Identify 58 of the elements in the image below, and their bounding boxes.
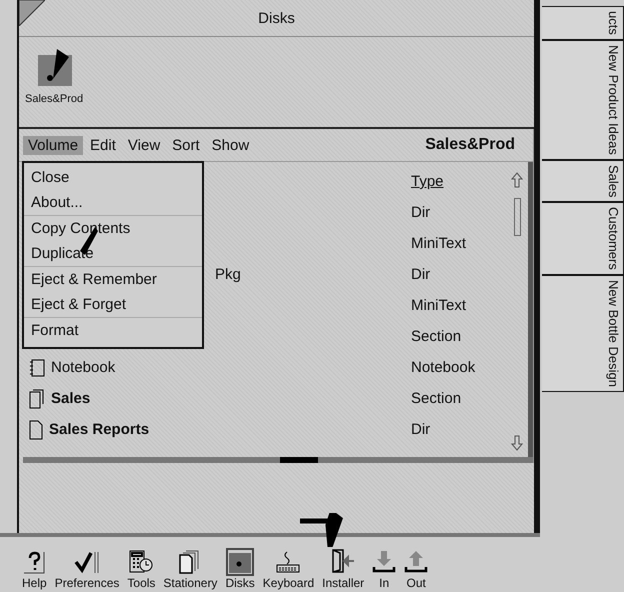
file-name[interactable]: Pkg	[215, 266, 241, 283]
menu-item[interactable]: Edit	[85, 136, 121, 154]
notebook-tab[interactable]: Customers	[542, 202, 624, 276]
menu-item[interactable]: View	[122, 136, 166, 154]
menu-option[interactable]: Close	[24, 165, 202, 190]
keyboard-icon	[275, 550, 302, 574]
window-title: Disks	[258, 10, 295, 26]
disk-icon	[228, 550, 252, 574]
disk-icon[interactable]	[37, 49, 73, 87]
notebook-tab[interactable]: New Product Ideas	[542, 40, 624, 160]
toolbar-button[interactable]: Preferences	[50, 550, 124, 590]
file-type: Section	[411, 328, 462, 345]
scroll-down-icon[interactable]	[511, 435, 523, 451]
file-type: Dir	[411, 204, 432, 221]
menu-item[interactable]: Show	[206, 136, 254, 154]
out-tray-arrow-icon	[404, 550, 428, 574]
menu-option[interactable]: Eject & Forget	[24, 292, 202, 317]
disk-label[interactable]: Sales&Prod	[25, 93, 84, 105]
toolbar-button[interactable]: Help	[18, 550, 51, 590]
file-name[interactable]: Sales	[51, 390, 90, 407]
toolbar-button[interactable]: In	[368, 550, 400, 590]
menu-option[interactable]: Eject & Remember	[24, 266, 202, 292]
scroll-thumb[interactable]	[514, 198, 520, 236]
file-type: MiniText	[411, 297, 468, 314]
file-type: Section	[411, 390, 462, 407]
file-type: Notebook	[411, 359, 476, 376]
toolbar-button[interactable]: Stationery	[159, 550, 222, 590]
file-type: MiniText	[411, 235, 468, 252]
notebook-tab[interactable]: Sales	[542, 160, 624, 202]
toolbar-button[interactable]: Disks	[221, 550, 259, 590]
browser-title: Sales&Prod	[425, 136, 516, 154]
menu-item[interactable]: Volume	[23, 136, 84, 154]
scroll-up-icon[interactable]	[511, 172, 523, 188]
section-icon	[29, 388, 45, 408]
horizontal-scrollbar[interactable]	[23, 457, 533, 463]
toolbar-button[interactable]: Keyboard	[258, 550, 318, 590]
toolbar-button[interactable]: Out	[400, 550, 432, 590]
notebook-icon	[29, 358, 45, 376]
scroll-thumb[interactable]	[280, 457, 318, 463]
notebook-tab[interactable]: New Bottle Design	[542, 275, 624, 392]
document-icon	[29, 420, 43, 440]
in-tray-arrow-icon	[372, 550, 396, 574]
menu-option[interactable]: Format	[24, 317, 202, 343]
page-corner-icon	[19, 0, 45, 26]
file-name[interactable]: Sales Reports	[49, 421, 150, 438]
file-type: Dir	[411, 266, 432, 283]
file-name[interactable]: Notebook	[51, 359, 116, 376]
door-arrow-icon	[330, 548, 356, 574]
menu-item[interactable]: Sort	[167, 136, 205, 154]
column-header[interactable]: Type	[411, 173, 506, 190]
toolbar-button[interactable]: Tools	[123, 550, 160, 590]
calculator-clock-icon	[128, 550, 154, 574]
check-icon	[74, 550, 100, 574]
toolbar-button[interactable]: Installer	[318, 548, 368, 590]
help-icon	[23, 550, 46, 574]
notebook-tab[interactable]: ucts	[542, 6, 624, 40]
file-type: Dir	[411, 421, 432, 438]
menu-option[interactable]: About...	[24, 190, 202, 215]
